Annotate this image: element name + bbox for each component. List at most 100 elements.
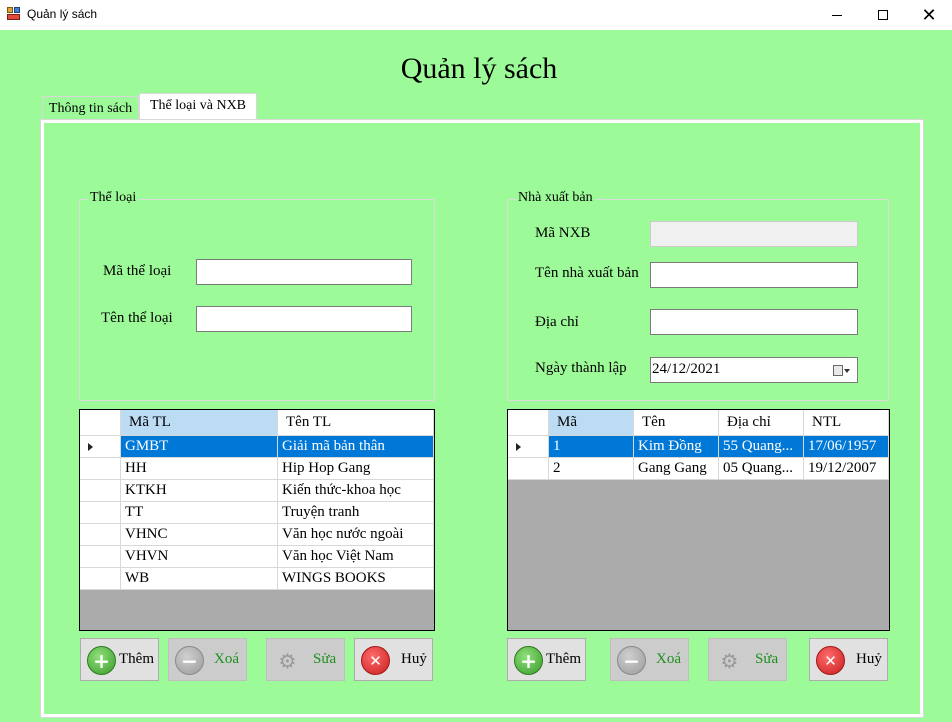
table-row[interactable]: 1 Kim Đồng 55 Quang... 17/06/1957 — [508, 436, 889, 458]
add-button-label: Thêm — [546, 651, 581, 667]
row-header[interactable] — [80, 568, 121, 590]
current-row-icon — [88, 443, 93, 451]
table-cell[interactable]: Văn học Việt Nam — [278, 546, 434, 568]
table-cell[interactable]: Hip Hop Gang — [278, 458, 434, 480]
row-header[interactable] — [80, 524, 121, 546]
the-loai-add-button[interactable]: + Thêm — [80, 638, 159, 681]
close-button[interactable]: ✕ — [906, 0, 952, 30]
row-header[interactable] — [80, 480, 121, 502]
table-cell[interactable]: 17/06/1957 — [804, 436, 889, 458]
minimize-icon — [832, 14, 842, 16]
table-cell[interactable]: 05 Quang... — [719, 458, 804, 480]
ma-nxb-input[interactable] — [650, 221, 858, 247]
nxb-edit-button[interactable]: ⚙ Sửa — [708, 638, 787, 681]
grid-header: Mã Tên Địa chỉ NTL — [508, 410, 889, 436]
title-bar: Quản lý sách ✕ — [0, 0, 952, 30]
table-cell[interactable]: Giải mã bản thân — [278, 436, 434, 458]
delete-button-label: Xoá — [214, 651, 239, 667]
table-cell[interactable]: VHNC — [121, 524, 278, 546]
column-header-ma-tl[interactable]: Mã TL — [121, 410, 278, 436]
nxb-cancel-button[interactable]: ✕ Huỷ — [809, 638, 888, 681]
calendar-dropdown-icon[interactable] — [833, 364, 850, 377]
table-cell[interactable]: HH — [121, 458, 278, 480]
the-loai-delete-button[interactable]: − Xoá — [168, 638, 247, 681]
dia-chi-label: Địa chỉ — [535, 314, 579, 330]
ma-the-loai-label: Mã thể loại — [103, 263, 172, 279]
table-row[interactable]: HH Hip Hop Gang — [80, 458, 434, 480]
column-header-ten[interactable]: Tên — [634, 410, 719, 436]
page-title: Quản lý sách — [400, 52, 558, 85]
minus-circle-icon: − — [175, 646, 204, 675]
table-cell[interactable]: VHVN — [121, 546, 278, 568]
ten-nxb-label: Tên nhà xuất bản — [535, 265, 639, 281]
table-cell[interactable]: KTKH — [121, 480, 278, 502]
nxb-delete-button[interactable]: − Xoá — [610, 638, 689, 681]
table-row[interactable]: TT Truyện tranh — [80, 502, 434, 524]
table-cell[interactable]: Kim Đồng — [634, 436, 719, 458]
ngay-thanh-lap-label: Ngày thành lập — [535, 360, 627, 376]
row-header[interactable] — [80, 546, 121, 568]
ten-the-loai-label: Tên thể loại — [101, 310, 173, 326]
table-cell[interactable]: Gang Gang — [634, 458, 719, 480]
edit-button-label: Sửa — [755, 651, 779, 667]
table-cell[interactable]: WINGS BOOKS — [278, 568, 434, 590]
table-cell[interactable]: Văn học nước ngoài — [278, 524, 434, 546]
ma-the-loai-input[interactable] — [196, 259, 412, 285]
row-header[interactable] — [80, 436, 121, 458]
table-row[interactable]: 2 Gang Gang 05 Quang... 19/12/2007 — [508, 458, 889, 480]
x-circle-icon: ✕ — [361, 646, 390, 675]
table-row[interactable]: WB WINGS BOOKS — [80, 568, 434, 590]
table-cell[interactable]: WB — [121, 568, 278, 590]
ma-nxb-label: Mã NXB — [535, 225, 591, 241]
table-cell[interactable]: 55 Quang... — [719, 436, 804, 458]
row-header[interactable] — [508, 436, 549, 458]
window-title: Quản lý sách — [27, 7, 98, 21]
table-cell[interactable]: 19/12/2007 — [804, 458, 889, 480]
table-row[interactable]: KTKH Kiến thức-khoa học — [80, 480, 434, 502]
row-header[interactable] — [80, 502, 121, 524]
minus-circle-icon: − — [617, 646, 646, 675]
maximize-icon — [878, 10, 888, 20]
gear-icon: ⚙ — [720, 648, 739, 673]
cancel-button-label: Huỷ — [401, 651, 427, 667]
column-header-dia-chi[interactable]: Địa chỉ — [719, 410, 804, 436]
edit-button-label: Sửa — [313, 651, 337, 667]
dia-chi-input[interactable] — [650, 309, 858, 335]
current-row-icon — [516, 443, 521, 451]
grid-corner — [508, 410, 549, 436]
the-loai-cancel-button[interactable]: ✕ Huỷ — [354, 638, 433, 681]
table-cell[interactable]: 2 — [549, 458, 634, 480]
column-header-ma[interactable]: Mã — [549, 410, 634, 436]
delete-button-label: Xoá — [656, 651, 681, 667]
minimize-button[interactable] — [814, 0, 860, 30]
column-header-ten-tl[interactable]: Tên TL — [278, 410, 434, 436]
ten-the-loai-input[interactable] — [196, 306, 412, 332]
table-cell[interactable]: Kiến thức-khoa học — [278, 480, 434, 502]
grid-header: Mã TL Tên TL — [80, 410, 434, 436]
date-value: 24/12/2021 — [652, 361, 721, 377]
plus-circle-icon: + — [87, 646, 116, 675]
column-header-ntl[interactable]: NTL — [804, 410, 889, 436]
table-cell[interactable]: GMBT — [121, 436, 278, 458]
table-cell[interactable]: Truyện tranh — [278, 502, 434, 524]
table-cell[interactable]: TT — [121, 502, 278, 524]
grid-corner — [80, 410, 121, 436]
ngay-thanh-lap-datepicker[interactable]: 24/12/2021 — [650, 357, 858, 383]
maximize-button[interactable] — [860, 0, 906, 30]
tab-the-loai-nxb[interactable]: Thể loại và NXB — [139, 93, 257, 120]
the-loai-grid[interactable]: Mã TL Tên TL GMBT Giải mã bản thân HH Hi… — [79, 409, 435, 631]
row-header[interactable] — [508, 458, 549, 480]
close-icon: ✕ — [921, 5, 937, 25]
the-loai-edit-button[interactable]: ⚙ Sửa — [266, 638, 345, 681]
nxb-grid[interactable]: Mã Tên Địa chỉ NTL 1 Kim Đồng 55 Quang..… — [507, 409, 890, 631]
table-row[interactable]: GMBT Giải mã bản thân — [80, 436, 434, 458]
table-row[interactable]: VHNC Văn học nước ngoài — [80, 524, 434, 546]
ten-nxb-input[interactable] — [650, 262, 858, 288]
gear-icon: ⚙ — [278, 648, 297, 673]
tab-thong-tin-sach[interactable]: Thông tin sách — [42, 96, 139, 118]
table-row[interactable]: VHVN Văn học Việt Nam — [80, 546, 434, 568]
nxb-add-button[interactable]: + Thêm — [507, 638, 586, 681]
table-cell[interactable]: 1 — [549, 436, 634, 458]
nxb-group-title: Nhà xuất bản — [516, 190, 595, 206]
row-header[interactable] — [80, 458, 121, 480]
